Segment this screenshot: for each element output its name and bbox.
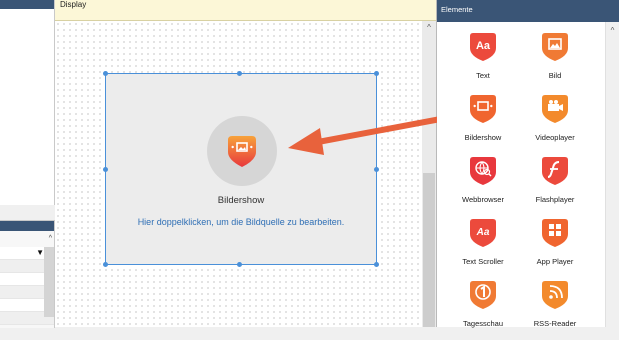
element-label: Text Scroller	[462, 257, 504, 266]
display-pane: Display Bildershow Hier doppelklicken, u…	[55, 0, 437, 327]
text-icon: Aa	[470, 33, 496, 61]
element-label: App Player	[536, 257, 574, 266]
element-videoplayer[interactable]: Videoplayer	[519, 94, 591, 154]
resize-handle-top-right[interactable]	[374, 71, 379, 76]
element-slideshow[interactable]: Bildershow	[447, 94, 519, 154]
rss-icon	[542, 281, 568, 309]
element-webbrowser[interactable]: Webbrowser	[447, 156, 519, 216]
widget-hint: Hier doppelklicken, um die Bildquelle zu…	[137, 217, 345, 227]
left-lower-pane-header	[0, 221, 54, 231]
widget-icon-backdrop	[207, 116, 277, 186]
slideshow-icon	[470, 95, 496, 123]
design-canvas[interactable]: Bildershow Hier doppelklicken, um die Bi…	[55, 21, 421, 327]
element-label: Bild	[548, 71, 562, 80]
element-flashplayer[interactable]: Flashplayer	[519, 156, 591, 216]
element-text[interactable]: Aa Text	[447, 32, 519, 92]
element-label: Flashplayer	[535, 195, 575, 204]
elements-panel-header: Elemente	[437, 0, 619, 22]
slideshow-icon	[228, 136, 256, 167]
scroll-up-icon[interactable]: ^	[422, 23, 436, 33]
elements-vertical-scrollbar[interactable]: ^	[605, 22, 619, 327]
flash-icon	[542, 157, 568, 185]
svg-text:Aa: Aa	[476, 40, 491, 52]
resize-handle-top-left[interactable]	[103, 71, 108, 76]
left-scrollbar[interactable]	[44, 247, 54, 317]
elements-grid: Aa Text Bild Bildershow Videoplayer Webb…	[437, 22, 605, 328]
left-upper-pane	[0, 0, 55, 205]
display-vertical-scrollbar[interactable]: ^	[422, 21, 436, 327]
resize-handle-bottom-right[interactable]	[374, 262, 379, 267]
display-pane-title-bar: Display	[55, 0, 436, 21]
element-label: Bildershow	[464, 133, 502, 142]
scroll-up-icon[interactable]: ^	[49, 235, 52, 242]
element-rss-reader[interactable]: RSS-Reader	[519, 280, 591, 340]
element-tagesschau[interactable]: Tagesschau	[447, 280, 519, 340]
text-scroller-icon: Aa	[470, 219, 496, 247]
tagesschau-icon	[470, 281, 496, 309]
globe-icon	[470, 157, 496, 185]
scroll-up-icon[interactable]: ^	[606, 26, 619, 35]
scrollbar-thumb[interactable]	[423, 173, 435, 327]
resize-handle-bottom[interactable]	[237, 262, 242, 267]
image-icon	[542, 33, 568, 61]
element-label: Text	[476, 71, 490, 80]
resize-handle-right[interactable]	[374, 167, 379, 172]
left-upper-pane-header	[0, 0, 54, 9]
widget-name: Bildershow	[217, 195, 265, 206]
element-image[interactable]: Bild	[519, 32, 591, 92]
left-lower-pane: ^ ▼	[0, 220, 55, 328]
resize-handle-left[interactable]	[103, 167, 108, 172]
resize-handle-top[interactable]	[237, 71, 242, 76]
elements-panel: Elemente Aa Text Bild Bildershow Videopl…	[437, 0, 619, 328]
display-pane-title: Display	[60, 0, 87, 9]
svg-text:Aa: Aa	[476, 227, 490, 238]
element-label: Webbrowser	[462, 195, 504, 204]
dropdown-arrow-icon[interactable]: ▼	[36, 248, 44, 257]
slideshow-widget[interactable]: Bildershow Hier doppelklicken, um die Bi…	[103, 71, 379, 267]
elements-panel-title: Elemente	[441, 5, 473, 14]
element-app-player[interactable]: App Player	[519, 218, 591, 278]
video-camera-icon	[542, 95, 568, 123]
resize-handle-bottom-left[interactable]	[103, 262, 108, 267]
app-grid-icon	[542, 219, 568, 247]
element-label: Videoplayer	[535, 133, 575, 142]
element-text-scroller[interactable]: Aa Text Scroller	[447, 218, 519, 278]
